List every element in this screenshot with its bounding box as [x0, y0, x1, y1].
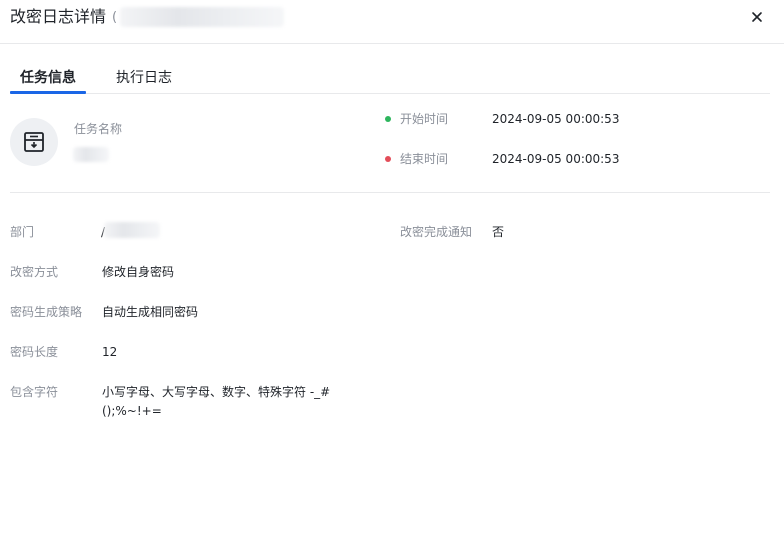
dialog-title: 改密日志详情 — [10, 7, 107, 26]
redacted-title-name — [120, 7, 284, 27]
method-value: 修改自身密码 — [102, 265, 175, 279]
redacted-department — [104, 222, 160, 238]
dialog-title-paren: ( — [112, 10, 118, 25]
task-avatar — [10, 118, 58, 166]
policy-value: 自动生成相同密码 — [102, 305, 199, 319]
task-icon — [24, 132, 44, 152]
active-tab-indicator — [10, 91, 86, 94]
start-status-dot — [385, 116, 391, 122]
start-time-label: 开始时间 — [400, 112, 449, 126]
end-status-dot — [385, 156, 391, 162]
tab-execution-log[interactable]: 执行日志 — [116, 69, 172, 87]
method-label: 改密方式 — [10, 265, 59, 279]
department-label: 部门 — [10, 225, 35, 239]
tab-bar: 任务信息 执行日志 — [10, 60, 770, 94]
close-icon[interactable] — [748, 8, 766, 26]
end-time-label: 结束时间 — [400, 152, 449, 166]
end-time-value: 2024-09-05 00:00:53 — [492, 152, 620, 166]
notify-value: 否 — [492, 225, 505, 239]
task-name-label: 任务名称 — [74, 122, 123, 136]
chars-value-line2: ();%~!+= — [102, 404, 162, 418]
policy-label: 密码生成策略 — [10, 305, 83, 319]
tab-task-info[interactable]: 任务信息 — [20, 69, 76, 87]
section-divider — [10, 192, 770, 193]
length-label: 密码长度 — [10, 345, 59, 359]
dialog-header: 改密日志详情 ( — [0, 0, 784, 44]
chars-label: 包含字符 — [10, 385, 59, 399]
length-value: 12 — [102, 345, 118, 359]
start-time-value: 2024-09-05 00:00:53 — [492, 112, 620, 126]
chars-value-line1: 小写字母、大写字母、数字、特殊字符 -_# — [102, 385, 331, 399]
notify-label: 改密完成通知 — [400, 225, 473, 239]
redacted-task-name — [73, 147, 109, 162]
